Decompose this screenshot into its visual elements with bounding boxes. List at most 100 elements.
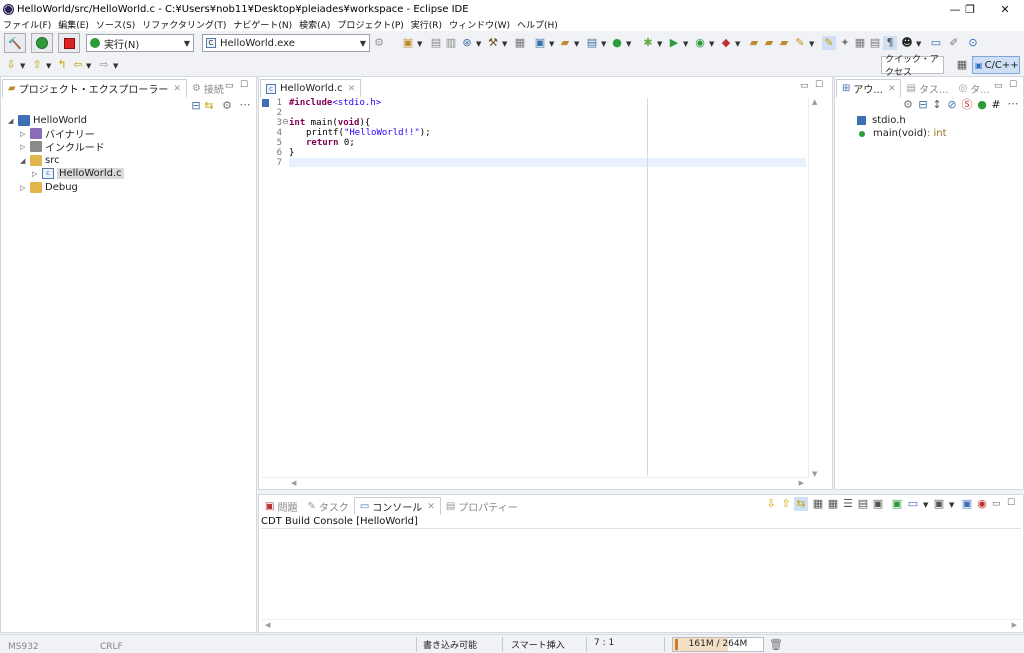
build-all-icon[interactable]: ⊛ [460, 36, 474, 50]
code-line-5[interactable]: return 0; [306, 138, 355, 148]
code-line-4[interactable]: printf("HelloWorld!!"); [306, 128, 431, 138]
open-element-icon[interactable]: ▰ [777, 36, 791, 50]
close-icon[interactable]: ✕ [888, 84, 896, 94]
block-selection-icon[interactable]: ▦ [853, 36, 867, 50]
debug-bug-icon[interactable]: ✱ [641, 36, 655, 50]
open-console-icon[interactable]: ▣ [890, 497, 904, 511]
forward-icon[interactable]: ⇨ [97, 58, 111, 72]
new-icon[interactable]: ▣ [401, 36, 415, 50]
console-hscrollbar[interactable]: ◀ ▶ [261, 619, 1021, 631]
maximize-view-icon[interactable]: ☐ [815, 80, 823, 90]
tree-item-includes[interactable]: ▷ インクルード [20, 140, 105, 154]
view-menu-dots-icon[interactable]: ⋯ [1006, 97, 1020, 111]
user-icon[interactable]: ☻ [900, 36, 914, 50]
open-type-icon[interactable]: ▰ [762, 36, 776, 50]
editor-hscrollbar[interactable]: ◀ ▶ [261, 477, 808, 489]
next-icon[interactable]: ⇩ [764, 497, 778, 511]
collapse-all-icon[interactable]: ⊟ [189, 99, 203, 113]
profile-icon[interactable]: ◉ [693, 36, 707, 50]
minimize-view-icon[interactable]: ▭ [994, 81, 1003, 91]
new-file-icon[interactable]: ▤ [585, 36, 599, 50]
annotation-icon[interactable]: ✦ [838, 36, 852, 50]
menu-file[interactable]: ファイル(F) [3, 18, 51, 31]
scroll-lock-icon[interactable]: ⇆ [794, 497, 808, 511]
menu-search[interactable]: 検索(A) [299, 18, 330, 31]
dropdown-arrow-icon[interactable]: ▼ [949, 501, 954, 509]
menu-project[interactable]: プロジェクト(P) [337, 18, 403, 31]
perspective-cpp-button[interactable]: ▣ C/C++ [972, 56, 1020, 74]
menu-edit[interactable]: 編集(E) [58, 18, 89, 31]
toggle-mark-icon[interactable]: ✎ [822, 36, 836, 50]
tree-item-src[interactable]: ◢ src [20, 154, 60, 167]
tree-item-helloworld-c[interactable]: ▷ c HelloWorld.c [32, 167, 124, 180]
terminal-icon[interactable]: ▦ [513, 36, 527, 50]
tree-item-debug[interactable]: ▷ Debug [20, 181, 78, 194]
dropdown-arrow-icon[interactable]: ▼ [417, 40, 422, 48]
quick-access-input[interactable]: クイック・アクセス [881, 55, 944, 78]
last-edit-icon[interactable]: ↰ [55, 58, 69, 72]
build-hammer-icon[interactable]: 🔨 [4, 33, 26, 53]
previous-icon[interactable]: ⇧ [779, 497, 793, 511]
dropdown-arrow-icon[interactable]: ▼ [709, 40, 714, 48]
maximize-view-icon[interactable]: ☐ [240, 80, 248, 90]
outline-item-include[interactable]: stdio.h [857, 114, 906, 127]
tab-tasks[interactable]: ✎ タスク [302, 499, 353, 514]
tab-helloworld-c[interactable]: c HelloWorld.c ✕ [260, 79, 362, 97]
terminate-icon[interactable]: ◉ [975, 497, 989, 511]
close-icon[interactable]: ✕ [348, 84, 356, 94]
dropdown-arrow-icon[interactable]: ▼ [916, 40, 921, 48]
word-wrap-icon[interactable]: ☰ [841, 497, 855, 511]
hide-static-icon[interactable]: Ⓢ [960, 98, 974, 112]
close-button[interactable]: ✕ [982, 0, 1024, 18]
dropdown-arrow-icon[interactable]: ▼ [549, 40, 554, 48]
scroll-left-icon[interactable]: ◀ [291, 479, 296, 487]
menu-help[interactable]: ヘルプ(H) [517, 18, 558, 31]
maximize-view-icon[interactable]: ☐ [1009, 80, 1017, 90]
code-line-3[interactable]: int main(void){ [289, 118, 370, 128]
minimize-view-icon[interactable]: ▭ [800, 81, 809, 91]
clear-console-icon[interactable]: ▤ [856, 497, 870, 511]
dropdown-arrow-icon[interactable]: ▼ [86, 62, 91, 70]
dropdown-arrow-icon[interactable]: ▼ [601, 40, 606, 48]
class-icon[interactable]: ● [610, 36, 624, 50]
next-annotation-icon[interactable]: ⇩ [4, 58, 18, 72]
close-icon[interactable]: ✕ [173, 84, 181, 94]
dropdown-arrow-icon[interactable]: ▼ [502, 40, 507, 48]
outline-item-main[interactable]: main(void) : int [857, 127, 947, 140]
folder-icon[interactable]: ▰ [558, 36, 572, 50]
dropdown-arrow-icon[interactable]: ▼ [683, 40, 688, 48]
help-icon[interactable]: ⊙ [966, 36, 980, 50]
dropdown-arrow-icon[interactable]: ▼ [476, 40, 481, 48]
scroll-right-icon[interactable]: ▶ [1012, 621, 1017, 629]
tab-connections[interactable]: ⚙ 接続 [187, 81, 229, 96]
remove-console-icon[interactable]: ▣ [960, 497, 974, 511]
menu-navigate[interactable]: ナビゲート(N) [233, 18, 292, 31]
hide-fields-icon[interactable]: ⊘ [945, 98, 959, 112]
launch-mode-select[interactable]: 実行(N) ▼ [86, 34, 194, 52]
minimize-view-icon[interactable]: ▭ [225, 81, 234, 91]
hammer-icon[interactable]: ⚒ [486, 36, 500, 50]
gear-icon[interactable]: ⚙ [372, 36, 386, 50]
minimize-view-icon[interactable]: ▭ [992, 499, 1001, 509]
dropdown-arrow-icon[interactable]: ▼ [809, 40, 814, 48]
code-line-6[interactable]: } [289, 148, 294, 158]
scroll-right-icon[interactable]: ▶ [799, 479, 804, 487]
copy-icon[interactable]: ▦ [811, 497, 825, 511]
tab-project-explorer[interactable]: ▰ プロジェクト・エクスプローラー ✕ [2, 79, 187, 97]
close-icon[interactable]: ✕ [427, 502, 435, 512]
open-perspective-icon[interactable]: ▦ [955, 58, 969, 72]
tab-target[interactable]: ◎ タ... [953, 81, 994, 96]
view-menu-icon[interactable]: ⚙ [220, 99, 234, 113]
stop-button[interactable] [58, 33, 80, 53]
tab-properties[interactable]: ▤ プロパティー [441, 499, 523, 514]
external-tools-icon[interactable]: ◆ [719, 36, 733, 50]
launch-config-select[interactable]: C HelloWorld.exe ▼ [202, 34, 370, 52]
heap-status-bar[interactable]: 161M / 264M [672, 637, 764, 652]
view-menu-dots-icon[interactable]: ⋯ [238, 98, 252, 112]
sync-icon[interactable]: ⚙ [901, 98, 915, 112]
scroll-left-icon[interactable]: ◀ [265, 621, 270, 629]
garbage-collect-icon[interactable]: 🗑 [769, 638, 783, 651]
dropdown-arrow-icon[interactable]: ▼ [574, 40, 579, 48]
hide-nonpublic-icon[interactable]: ● [975, 98, 989, 112]
save-icon[interactable]: ▤ [429, 36, 443, 50]
